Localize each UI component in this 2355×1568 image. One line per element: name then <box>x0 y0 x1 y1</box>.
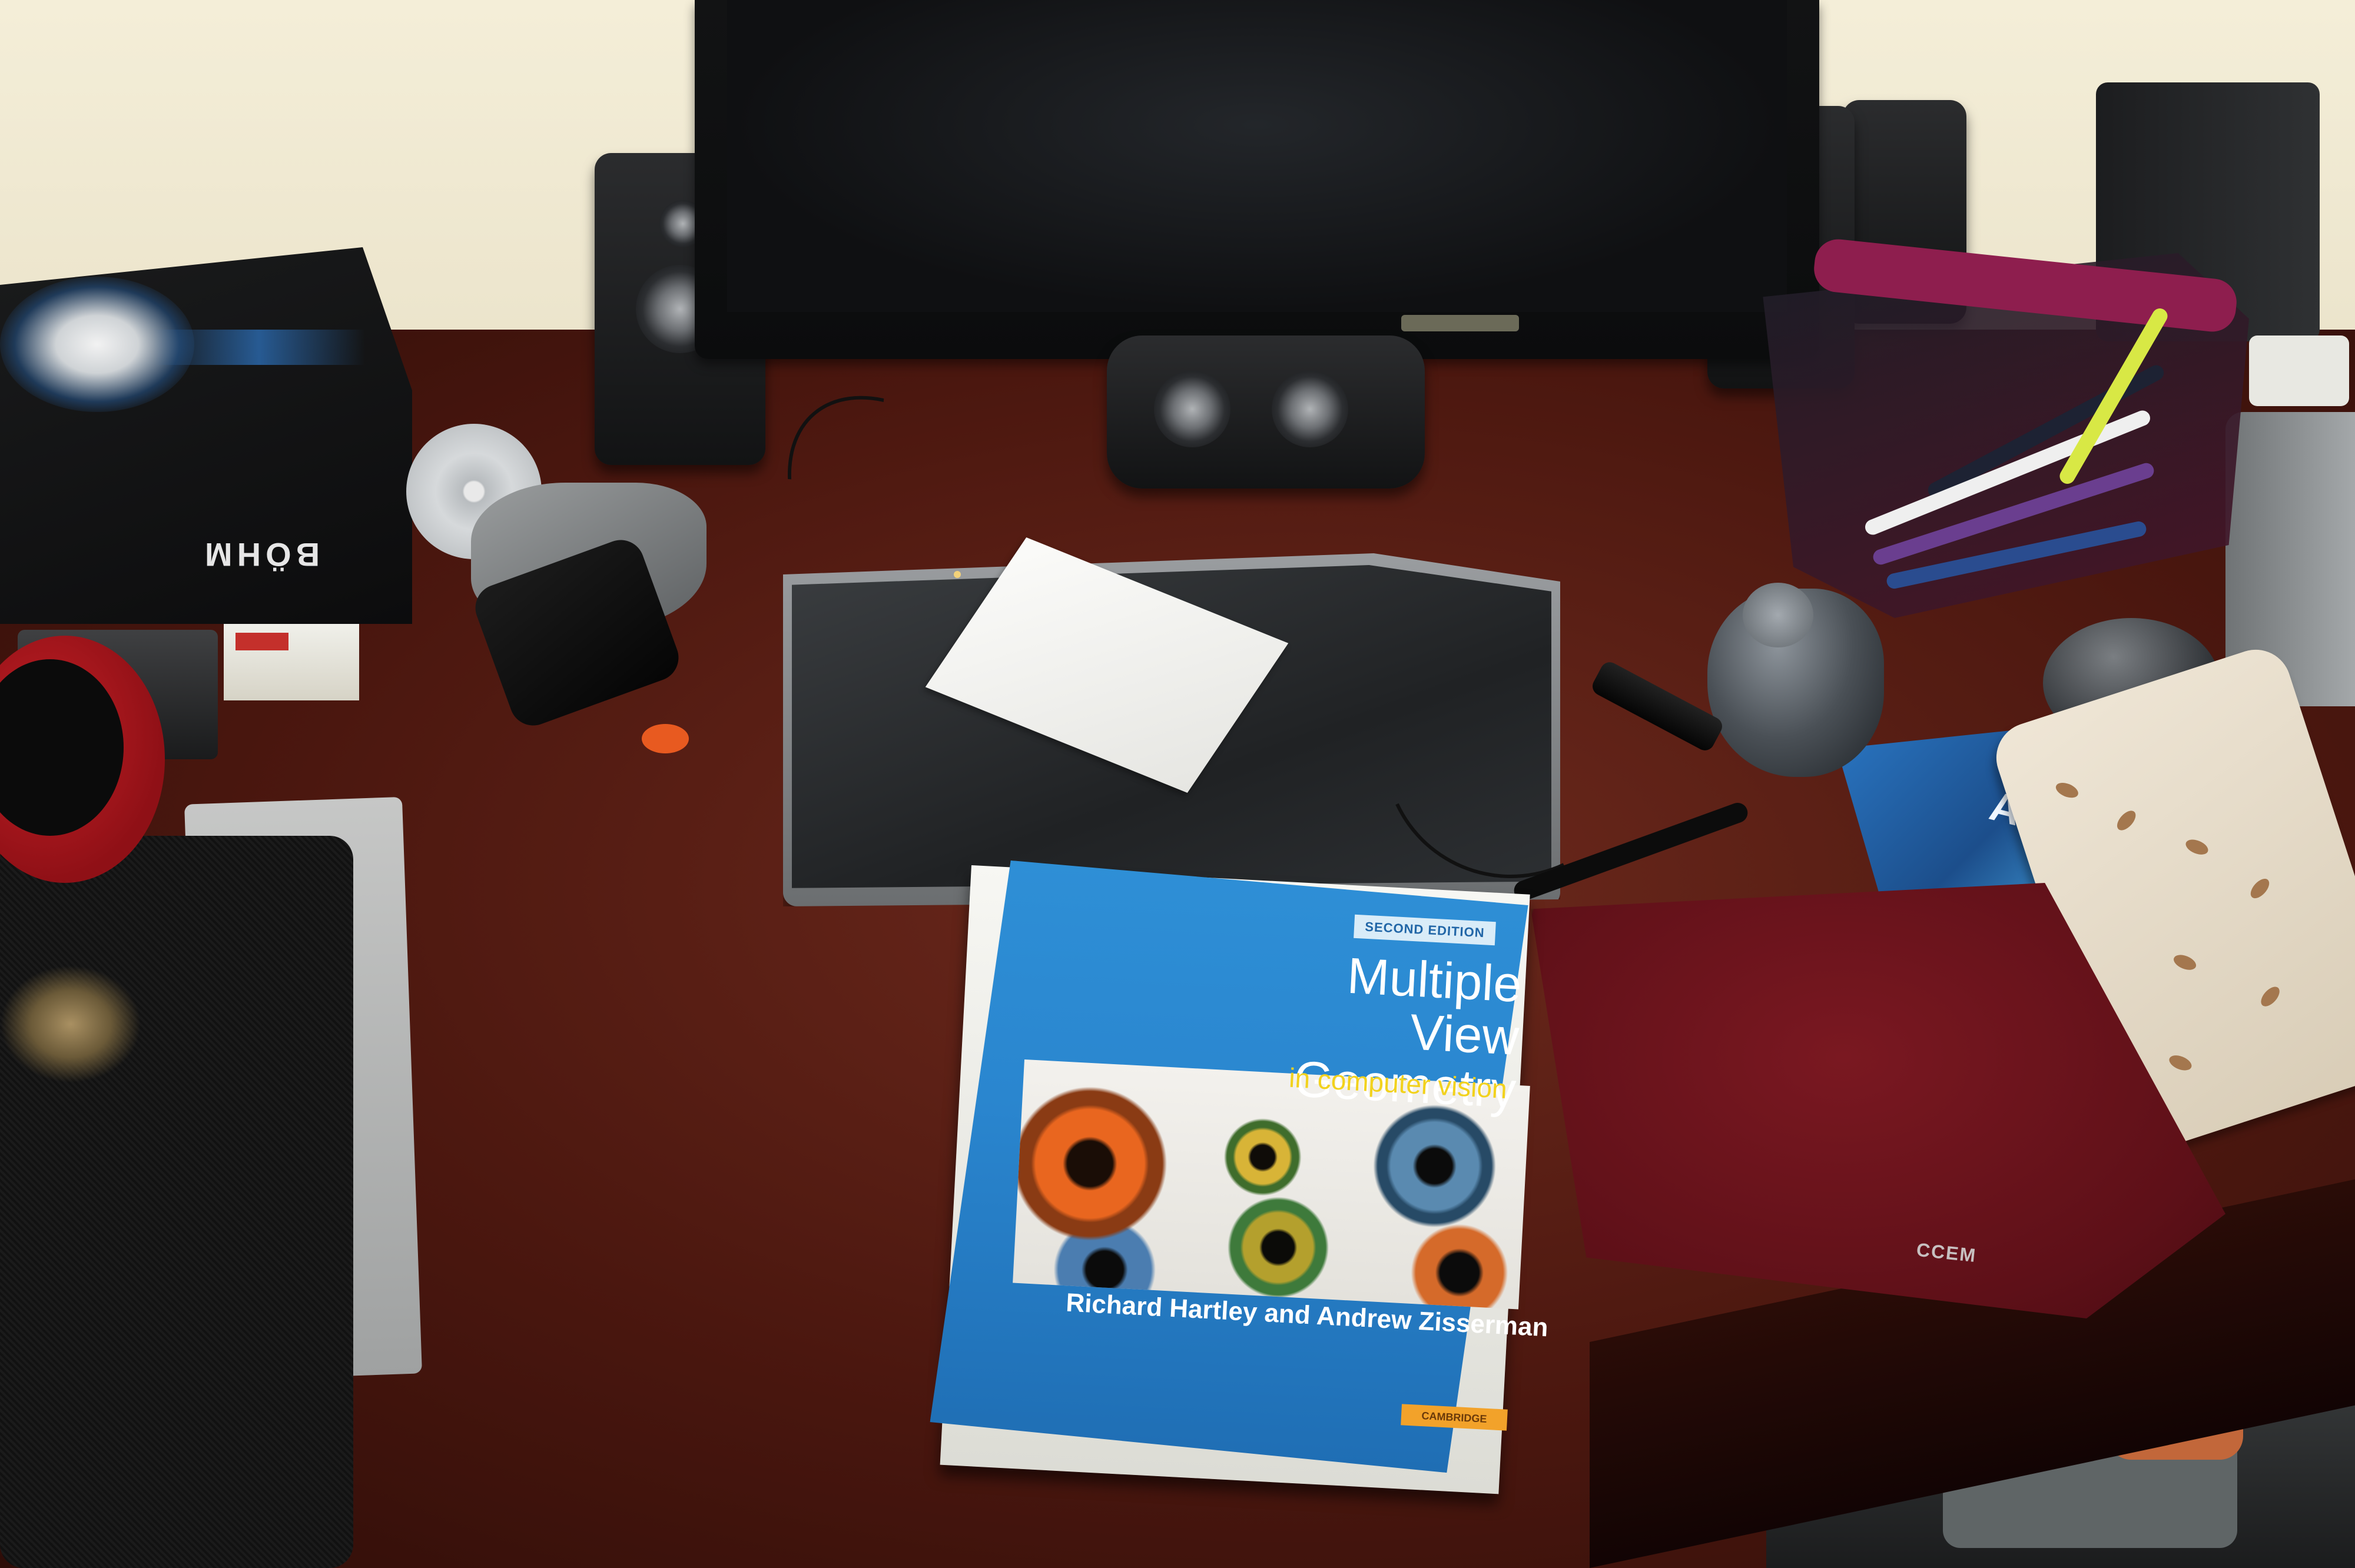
orange-tag <box>642 724 689 753</box>
leaf-pattern <box>2054 779 2081 801</box>
speaker-driver <box>1154 371 1230 447</box>
monitor-screen <box>727 0 1787 312</box>
vertical-mouse-button <box>1743 583 1813 647</box>
leaf-pattern <box>2167 1052 2194 1074</box>
leaf-pattern <box>2171 952 2198 973</box>
leaf-pattern <box>2247 875 2273 902</box>
speaker-driver <box>1272 371 1348 447</box>
leaf-pattern <box>2257 983 2283 1010</box>
keys <box>0 965 141 1083</box>
book-title-line: Multiple View <box>1345 947 1523 1067</box>
leaf-pattern <box>2183 836 2211 858</box>
laptop-sleeve <box>0 836 353 1568</box>
power-strip <box>2249 335 2349 406</box>
headphone-box-wave <box>153 330 365 365</box>
card-red-label <box>236 633 288 650</box>
box-brand-text: BÖHM <box>200 536 320 573</box>
laptop-indicator-light <box>954 571 961 578</box>
monitor-sticker <box>1401 315 1519 331</box>
leaf-pattern <box>2114 807 2140 834</box>
